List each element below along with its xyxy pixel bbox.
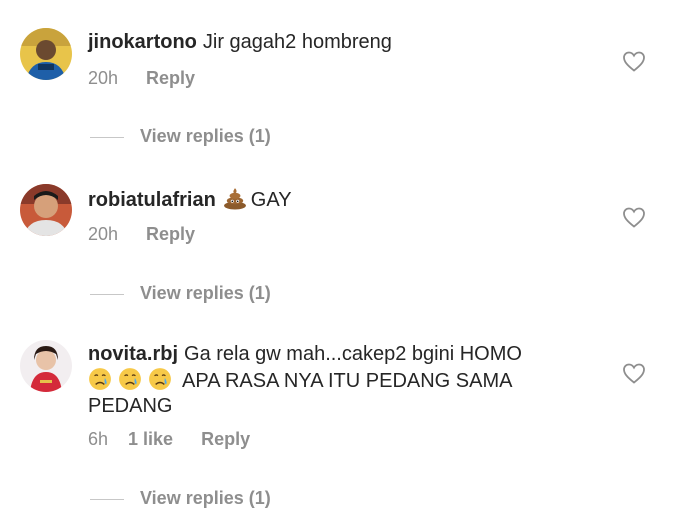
comment-body: Jir gagah2 hombreng bbox=[202, 31, 392, 53]
crying-face-icon bbox=[119, 368, 141, 390]
comment-meta: 20h Reply bbox=[88, 67, 195, 89]
reply-button[interactable]: Reply bbox=[201, 428, 250, 450]
username[interactable]: jinokartono bbox=[88, 31, 197, 53]
heart-icon[interactable] bbox=[622, 362, 646, 384]
view-replies-button[interactable]: View replies (1) bbox=[90, 281, 271, 305]
comment-text: robiatulafrian GAY bbox=[88, 186, 568, 213]
heart-icon[interactable] bbox=[622, 50, 646, 72]
timestamp: 20h bbox=[88, 224, 119, 244]
comment-body: GAY bbox=[250, 189, 292, 211]
pile-of-poo-icon bbox=[223, 188, 246, 210]
view-replies-label: View replies (1) bbox=[140, 283, 271, 303]
reply-button[interactable]: Reply bbox=[146, 67, 195, 89]
username[interactable]: robiatulafrian bbox=[88, 189, 216, 211]
comment-text: novita.rbj Ga rela gw mah...cakep2 bgini … bbox=[88, 342, 568, 419]
crying-face-icon bbox=[89, 368, 111, 390]
comment-text: jinokartono Jir gagah2 hombreng bbox=[88, 30, 568, 55]
avatar[interactable] bbox=[20, 184, 72, 236]
likes-count[interactable]: 1 like bbox=[128, 428, 173, 450]
comment-body-part1: Ga rela gw mah...cakep2 bgini HOMO bbox=[184, 343, 522, 365]
view-replies-button[interactable]: View replies (1) bbox=[90, 486, 271, 510]
crying-face-icon bbox=[149, 368, 171, 390]
username[interactable]: novita.rbj bbox=[88, 343, 178, 365]
heart-icon[interactable] bbox=[622, 206, 646, 228]
timestamp: 20h bbox=[88, 68, 119, 88]
view-replies-button[interactable]: View replies (1) bbox=[90, 124, 271, 148]
divider-line bbox=[90, 293, 124, 295]
timestamp: 6h bbox=[88, 429, 109, 449]
view-replies-label: View replies (1) bbox=[140, 126, 271, 146]
divider-line bbox=[90, 136, 124, 138]
comment-meta: 6h 1 like Reply bbox=[88, 428, 250, 450]
reply-button[interactable]: Reply bbox=[146, 223, 195, 245]
avatar[interactable] bbox=[20, 340, 72, 392]
divider-line bbox=[90, 498, 124, 500]
view-replies-label: View replies (1) bbox=[140, 488, 271, 508]
comment-meta: 20h Reply bbox=[88, 223, 195, 245]
avatar[interactable] bbox=[20, 28, 72, 80]
